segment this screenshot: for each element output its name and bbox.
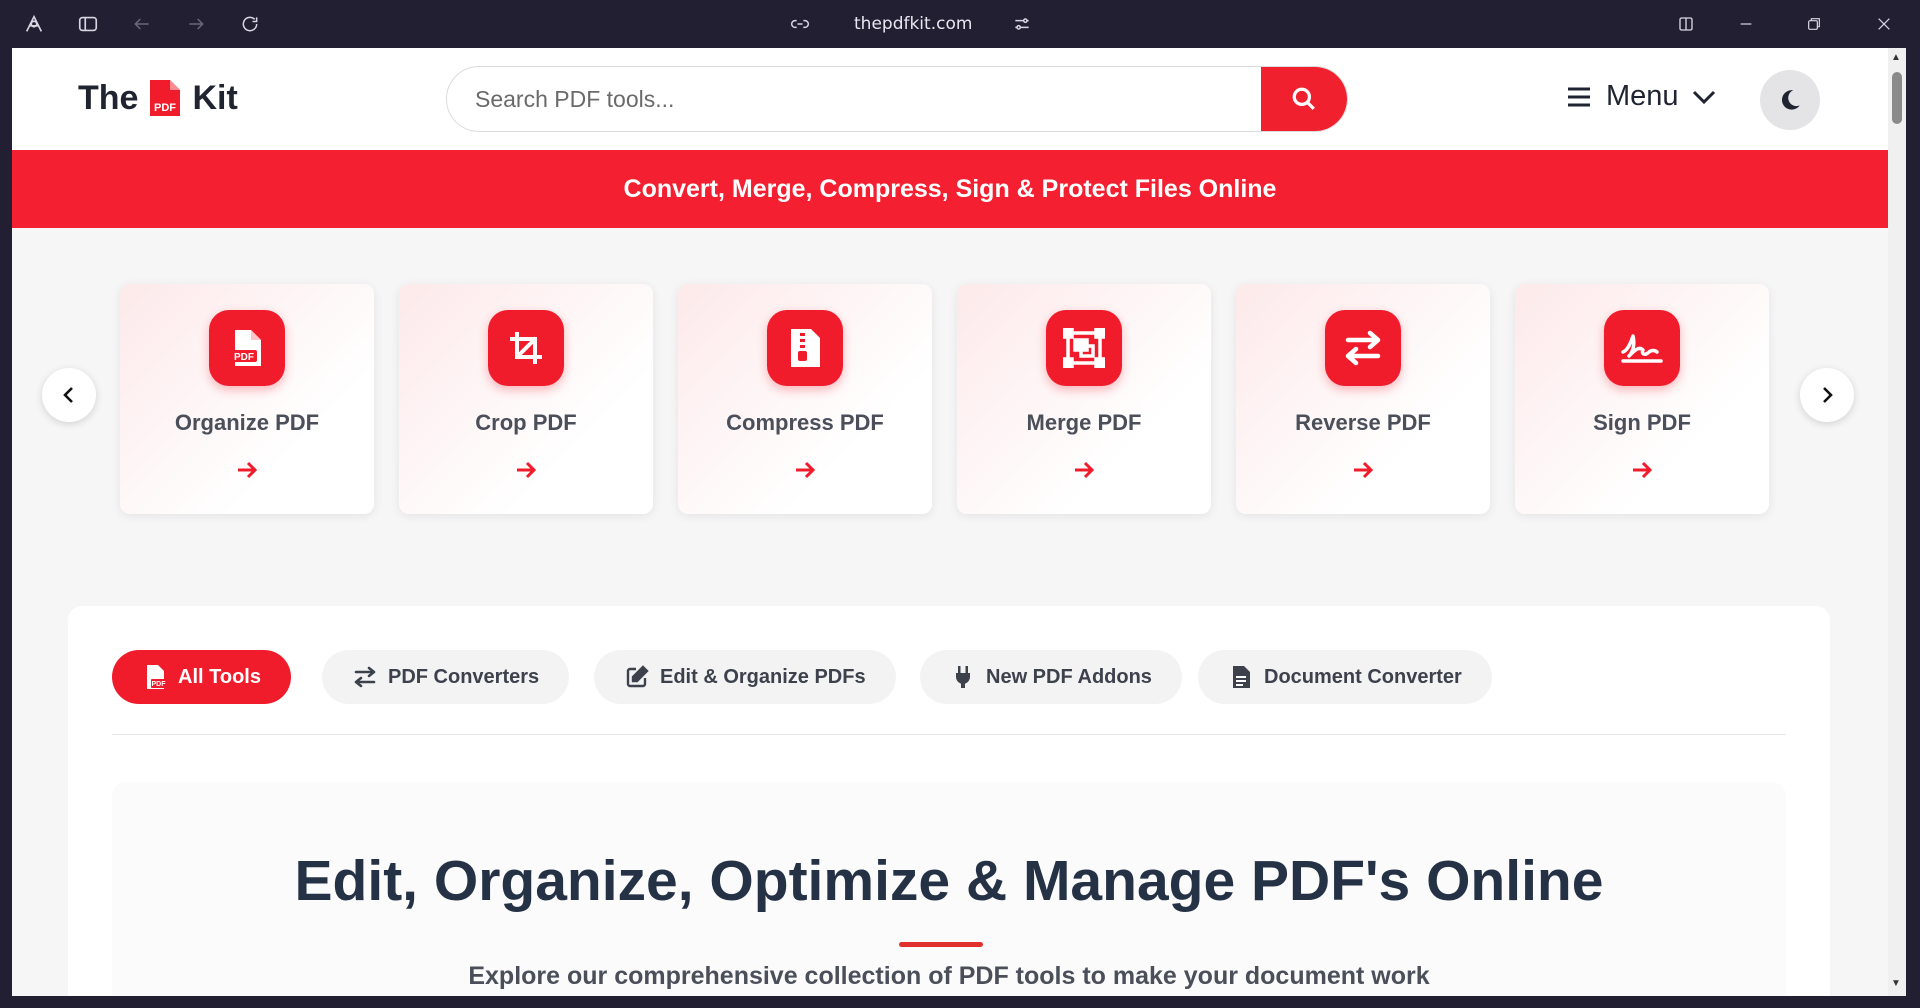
tab-new-pdf-addons[interactable]: New PDF Addons (920, 650, 1182, 704)
tab-label: PDF Converters (388, 665, 540, 688)
tool-card-title: Compress PDF (726, 410, 884, 435)
page-subtitle: Explore our comprehensive collection of … (468, 962, 1430, 990)
browser-toolbar: thepdfkit.com (0, 0, 1920, 48)
hamburger-icon (1568, 87, 1590, 106)
carousel-prev-button[interactable] (42, 368, 96, 422)
arrow-right-icon (1354, 461, 1374, 479)
arrow-right-icon (1075, 461, 1095, 479)
split-view-icon[interactable] (1674, 12, 1698, 36)
tool-card-reverse-pdf[interactable]: Reverse PDF (1236, 284, 1490, 514)
address-bar[interactable]: thepdfkit.com (854, 14, 972, 34)
search-bar (446, 66, 1348, 132)
page-title: Edit, Organize, Optimize & Manage PDF's … (294, 849, 1604, 913)
chevron-down-icon (1692, 90, 1715, 104)
svg-text:PDF: PDF (234, 352, 254, 363)
arrow-right-icon (238, 461, 258, 479)
tab-document-converter[interactable]: Document Converter (1198, 650, 1492, 704)
tab-all-tools[interactable]: PDF All Tools (112, 650, 291, 704)
restore-icon[interactable] (1802, 12, 1826, 36)
arrow-right-icon (796, 461, 816, 479)
tool-card-crop-pdf[interactable]: Crop PDF (399, 284, 653, 514)
chevron-right-icon (1823, 387, 1833, 403)
tool-card-organize-pdf[interactable]: PDF Organize PDF (120, 284, 374, 514)
search-button[interactable] (1261, 67, 1347, 131)
page-viewport: The PDF Kit Menu Convert, (12, 48, 1888, 996)
file-zipper-icon (767, 310, 843, 386)
reload-icon[interactable] (238, 12, 262, 36)
tab-edit-organize-pdfs[interactable]: Edit & Organize PDFs (594, 650, 896, 704)
tab-pdf-converters[interactable]: PDF Converters (322, 650, 570, 704)
crop-icon (488, 310, 564, 386)
browser-logo-icon[interactable] (22, 12, 46, 36)
right-left-icon (1325, 310, 1401, 386)
promo-banner: Convert, Merge, Compress, Sign & Protect… (12, 150, 1888, 228)
site-settings-icon[interactable] (1010, 12, 1034, 36)
moon-icon (1781, 90, 1800, 110)
site-header: The PDF Kit Menu (12, 48, 1888, 150)
minimize-icon[interactable] (1734, 12, 1758, 36)
pdf-logo-icon: PDF (146, 78, 184, 118)
menu-button[interactable]: Menu (1566, 80, 1717, 113)
plug-icon (950, 664, 976, 690)
tab-label: Edit & Organize PDFs (660, 665, 866, 688)
tool-card-title: Organize PDF (174, 410, 320, 435)
tool-card-sign-pdf[interactable]: Sign PDF (1515, 284, 1769, 514)
title-underline (899, 942, 983, 947)
dark-mode-toggle[interactable] (1760, 70, 1820, 130)
tab-label: Document Converter (1264, 665, 1462, 688)
arrow-right-icon (1633, 461, 1653, 479)
search-input[interactable] (447, 67, 1265, 131)
right-left-icon (352, 664, 378, 690)
svg-text:PDF: PDF (152, 681, 167, 688)
site-logo[interactable]: The PDF Kit (78, 78, 238, 118)
intro-section: Edit, Organize, Optimize & Manage PDF's … (112, 782, 1786, 996)
signature-icon (1604, 310, 1680, 386)
sidebar-toggle-icon[interactable] (76, 12, 100, 36)
close-icon[interactable] (1872, 12, 1896, 36)
carousel-next-button[interactable] (1800, 368, 1854, 422)
forward-icon[interactable] (184, 12, 208, 36)
scroll-up-icon[interactable]: ▲ (1891, 52, 1901, 63)
tool-card-title: Reverse PDF (1295, 410, 1431, 435)
tool-card-title: Sign PDF (1593, 410, 1691, 435)
tools-panel: PDF All Tools PDF Converters Edit & Orga… (68, 606, 1830, 996)
object-group-icon (1046, 310, 1122, 386)
back-icon[interactable] (130, 12, 154, 36)
arrow-right-icon (517, 461, 537, 479)
tab-label: New PDF Addons (986, 665, 1152, 688)
page-scrollbar[interactable]: ▲ ▼ (1888, 48, 1906, 996)
tool-card-title: Crop PDF (475, 410, 577, 435)
scrollbar-thumb[interactable] (1892, 72, 1902, 124)
pen-to-square-icon (624, 664, 650, 690)
tool-card-title: Merge PDF (1026, 410, 1142, 435)
file-lines-icon (1228, 664, 1254, 690)
chevron-left-icon (63, 387, 73, 403)
file-pdf-icon: PDF (209, 310, 285, 386)
file-pdf-icon: PDF (142, 664, 168, 690)
svg-text:PDF: PDF (154, 102, 176, 114)
link-icon[interactable] (788, 12, 812, 36)
tab-label: All Tools (178, 665, 261, 688)
tool-card-compress-pdf[interactable]: Compress PDF (678, 284, 932, 514)
logo-text-the: The (78, 78, 139, 117)
scroll-down-icon[interactable]: ▼ (1891, 978, 1901, 989)
search-icon (1292, 87, 1315, 110)
logo-text-kit: Kit (192, 78, 238, 117)
tabs-divider (112, 734, 1786, 735)
tool-card-merge-pdf[interactable]: Merge PDF (957, 284, 1211, 514)
menu-label: Menu (1606, 80, 1679, 112)
